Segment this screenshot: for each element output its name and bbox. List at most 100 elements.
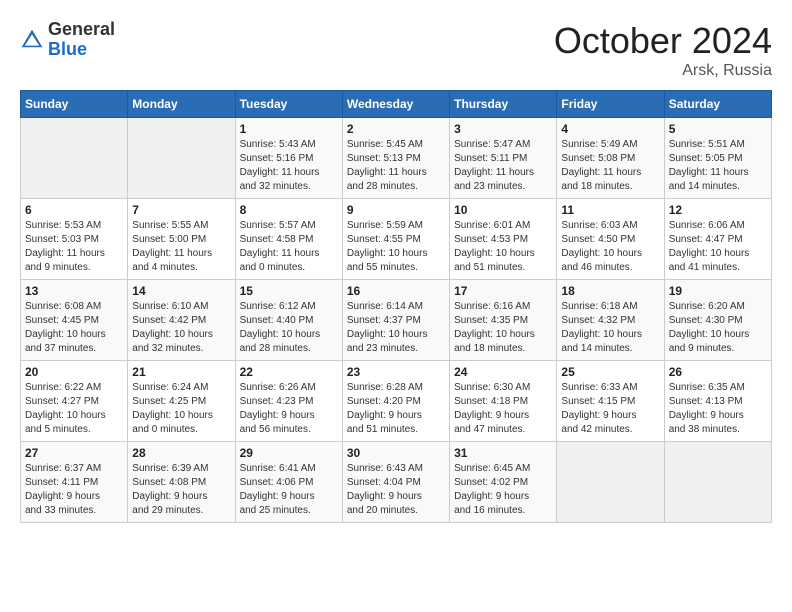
day-number: 11 bbox=[561, 203, 659, 217]
day-detail: Sunrise: 6:35 AM Sunset: 4:13 PM Dayligh… bbox=[669, 381, 767, 437]
weekday-header-wednesday: Wednesday bbox=[342, 91, 449, 118]
day-number: 21 bbox=[132, 365, 230, 379]
day-number: 31 bbox=[454, 446, 552, 460]
weekday-header-friday: Friday bbox=[557, 91, 664, 118]
calendar-week-1: 1Sunrise: 5:43 AM Sunset: 5:16 PM Daylig… bbox=[21, 118, 772, 199]
logo: General Blue bbox=[20, 20, 115, 60]
day-number: 19 bbox=[669, 284, 767, 298]
day-detail: Sunrise: 6:43 AM Sunset: 4:04 PM Dayligh… bbox=[347, 462, 445, 518]
calendar-cell: 13 Sunrise: 6:08 AM Sunset: 4:45 PM Dayli… bbox=[21, 280, 128, 361]
day-detail: Sunrise: 5:43 AM Sunset: 5:16 PM Dayligh… bbox=[240, 138, 338, 194]
calendar-week-3: 13 Sunrise: 6:08 AM Sunset: 4:45 PM Dayli… bbox=[21, 280, 772, 361]
day-number: 22 bbox=[240, 365, 338, 379]
day-detail: Sunrise: 6:39 AM Sunset: 4:08 PM Dayligh… bbox=[132, 462, 230, 518]
calendar-cell: 4 Sunrise: 5:49 AM Sunset: 5:08 PM Daylig… bbox=[557, 118, 664, 199]
day-detail: Sunrise: 6:41 AM Sunset: 4:06 PM Dayligh… bbox=[240, 462, 338, 518]
day-number: 15 bbox=[240, 284, 338, 298]
weekday-header-tuesday: Tuesday bbox=[235, 91, 342, 118]
calendar-body: 1Sunrise: 5:43 AM Sunset: 5:16 PM Daylig… bbox=[21, 118, 772, 523]
calendar-cell: 5Sunrise: 5:51 AM Sunset: 5:05 PM Daylig… bbox=[664, 118, 771, 199]
day-detail: Sunrise: 6:20 AM Sunset: 4:30 PM Dayligh… bbox=[669, 300, 767, 356]
weekday-header-monday: Monday bbox=[128, 91, 235, 118]
day-detail: Sunrise: 6:08 AM Sunset: 4:45 PM Dayligh… bbox=[25, 300, 123, 356]
logo-blue-text: Blue bbox=[48, 39, 87, 59]
calendar-week-4: 20Sunrise: 6:22 AM Sunset: 4:27 PM Dayli… bbox=[21, 361, 772, 442]
day-number: 23 bbox=[347, 365, 445, 379]
day-detail: Sunrise: 6:37 AM Sunset: 4:11 PM Dayligh… bbox=[25, 462, 123, 518]
calendar-cell: 21 Sunrise: 6:24 AM Sunset: 4:25 PM Dayli… bbox=[128, 361, 235, 442]
title-block: October 2024 Arsk, Russia bbox=[554, 20, 772, 80]
calendar-cell: 18 Sunrise: 6:18 AM Sunset: 4:32 PM Dayli… bbox=[557, 280, 664, 361]
day-number: 12 bbox=[669, 203, 767, 217]
calendar-cell: 19 Sunrise: 6:20 AM Sunset: 4:30 PM Dayli… bbox=[664, 280, 771, 361]
calendar-cell: 29 Sunrise: 6:41 AM Sunset: 4:06 PM Dayli… bbox=[235, 442, 342, 523]
calendar-cell: 9 Sunrise: 5:59 AM Sunset: 4:55 PM Daylig… bbox=[342, 199, 449, 280]
day-detail: Sunrise: 6:28 AM Sunset: 4:20 PM Dayligh… bbox=[347, 381, 445, 437]
calendar-cell: 3Sunrise: 5:47 AM Sunset: 5:11 PM Daylig… bbox=[450, 118, 557, 199]
weekday-header-sunday: Sunday bbox=[21, 91, 128, 118]
day-number: 8 bbox=[240, 203, 338, 217]
day-detail: Sunrise: 6:18 AM Sunset: 4:32 PM Dayligh… bbox=[561, 300, 659, 356]
calendar-cell: 12Sunrise: 6:06 AM Sunset: 4:47 PM Dayli… bbox=[664, 199, 771, 280]
calendar-cell: 2 Sunrise: 5:45 AM Sunset: 5:13 PM Daylig… bbox=[342, 118, 449, 199]
day-detail: Sunrise: 6:10 AM Sunset: 4:42 PM Dayligh… bbox=[132, 300, 230, 356]
weekday-header-row: SundayMondayTuesdayWednesdayThursdayFrid… bbox=[21, 91, 772, 118]
calendar-cell: 7 Sunrise: 5:55 AM Sunset: 5:00 PM Daylig… bbox=[128, 199, 235, 280]
calendar-cell: 8 Sunrise: 5:57 AM Sunset: 4:58 PM Daylig… bbox=[235, 199, 342, 280]
calendar-cell: 26 Sunrise: 6:35 AM Sunset: 4:13 PM Dayli… bbox=[664, 361, 771, 442]
day-number: 27 bbox=[25, 446, 123, 460]
day-number: 29 bbox=[240, 446, 338, 460]
day-number: 25 bbox=[561, 365, 659, 379]
location-subtitle: Arsk, Russia bbox=[554, 62, 772, 80]
day-detail: Sunrise: 6:30 AM Sunset: 4:18 PM Dayligh… bbox=[454, 381, 552, 437]
calendar-cell: 23 Sunrise: 6:28 AM Sunset: 4:20 PM Dayli… bbox=[342, 361, 449, 442]
calendar-cell: 15 Sunrise: 6:12 AM Sunset: 4:40 PM Dayli… bbox=[235, 280, 342, 361]
page-header: General Blue October 2024 Arsk, Russia bbox=[20, 20, 772, 80]
calendar-header: SundayMondayTuesdayWednesdayThursdayFrid… bbox=[21, 91, 772, 118]
day-number: 17 bbox=[454, 284, 552, 298]
day-number: 13 bbox=[25, 284, 123, 298]
month-title: October 2024 bbox=[554, 20, 772, 62]
day-number: 6 bbox=[25, 203, 123, 217]
calendar-cell: 6Sunrise: 5:53 AM Sunset: 5:03 PM Daylig… bbox=[21, 199, 128, 280]
day-number: 24 bbox=[454, 365, 552, 379]
calendar-cell: 11 Sunrise: 6:03 AM Sunset: 4:50 PM Dayli… bbox=[557, 199, 664, 280]
day-detail: Sunrise: 6:14 AM Sunset: 4:37 PM Dayligh… bbox=[347, 300, 445, 356]
calendar-cell: 25Sunrise: 6:33 AM Sunset: 4:15 PM Dayli… bbox=[557, 361, 664, 442]
day-detail: Sunrise: 6:26 AM Sunset: 4:23 PM Dayligh… bbox=[240, 381, 338, 437]
day-number: 2 bbox=[347, 122, 445, 136]
day-number: 9 bbox=[347, 203, 445, 217]
day-detail: Sunrise: 5:55 AM Sunset: 5:00 PM Dayligh… bbox=[132, 219, 230, 275]
calendar-cell: 27 Sunrise: 6:37 AM Sunset: 4:11 PM Dayli… bbox=[21, 442, 128, 523]
day-detail: Sunrise: 6:03 AM Sunset: 4:50 PM Dayligh… bbox=[561, 219, 659, 275]
day-number: 16 bbox=[347, 284, 445, 298]
day-number: 10 bbox=[454, 203, 552, 217]
day-number: 18 bbox=[561, 284, 659, 298]
day-number: 5 bbox=[669, 122, 767, 136]
calendar-cell: 28 Sunrise: 6:39 AM Sunset: 4:08 PM Dayli… bbox=[128, 442, 235, 523]
day-number: 4 bbox=[561, 122, 659, 136]
day-detail: Sunrise: 6:45 AM Sunset: 4:02 PM Dayligh… bbox=[454, 462, 552, 518]
day-detail: Sunrise: 5:49 AM Sunset: 5:08 PM Dayligh… bbox=[561, 138, 659, 194]
day-number: 7 bbox=[132, 203, 230, 217]
calendar-cell: 16 Sunrise: 6:14 AM Sunset: 4:37 PM Dayli… bbox=[342, 280, 449, 361]
day-detail: Sunrise: 5:57 AM Sunset: 4:58 PM Dayligh… bbox=[240, 219, 338, 275]
logo-icon bbox=[20, 28, 44, 52]
calendar-table: SundayMondayTuesdayWednesdayThursdayFrid… bbox=[20, 90, 772, 523]
day-number: 26 bbox=[669, 365, 767, 379]
calendar-cell bbox=[664, 442, 771, 523]
logo-general-text: General bbox=[48, 19, 115, 39]
calendar-cell: 10 Sunrise: 6:01 AM Sunset: 4:53 PM Dayli… bbox=[450, 199, 557, 280]
calendar-cell bbox=[557, 442, 664, 523]
calendar-cell: 14Sunrise: 6:10 AM Sunset: 4:42 PM Dayli… bbox=[128, 280, 235, 361]
day-detail: Sunrise: 6:01 AM Sunset: 4:53 PM Dayligh… bbox=[454, 219, 552, 275]
day-detail: Sunrise: 5:59 AM Sunset: 4:55 PM Dayligh… bbox=[347, 219, 445, 275]
calendar-week-2: 6Sunrise: 5:53 AM Sunset: 5:03 PM Daylig… bbox=[21, 199, 772, 280]
day-number: 28 bbox=[132, 446, 230, 460]
day-detail: Sunrise: 6:12 AM Sunset: 4:40 PM Dayligh… bbox=[240, 300, 338, 356]
weekday-header-saturday: Saturday bbox=[664, 91, 771, 118]
day-detail: Sunrise: 6:24 AM Sunset: 4:25 PM Dayligh… bbox=[132, 381, 230, 437]
day-number: 30 bbox=[347, 446, 445, 460]
day-detail: Sunrise: 5:45 AM Sunset: 5:13 PM Dayligh… bbox=[347, 138, 445, 194]
calendar-cell: 24 Sunrise: 6:30 AM Sunset: 4:18 PM Dayli… bbox=[450, 361, 557, 442]
